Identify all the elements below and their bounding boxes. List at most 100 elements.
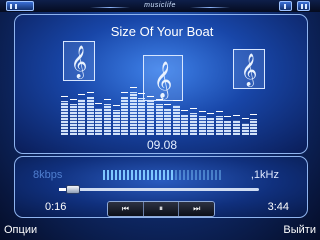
top-status-bar: musiclife [0, 0, 320, 12]
spectrum-bar [104, 104, 111, 135]
level-segment [211, 170, 213, 180]
next-track-button[interactable]: ⏭ [179, 202, 214, 216]
exit-softkey[interactable]: Выйти [283, 224, 316, 236]
spectrum-peak [121, 92, 129, 93]
spectrum-bar [190, 113, 197, 135]
spectrum-bar [224, 121, 232, 135]
level-segment [199, 170, 201, 180]
bitrate-label: 8kbps [33, 169, 63, 181]
transport-controls: ⏮ ⏸ ⏭ [107, 201, 215, 217]
position-time: 09.08 [146, 138, 178, 152]
spectrum-peak [61, 96, 68, 97]
level-segment [123, 170, 125, 180]
spectrum-peak [112, 105, 120, 106]
level-segment [219, 170, 221, 180]
song-title: Size Of Your Boat [110, 24, 214, 39]
now-playing-panel: Size Of Your Boat 𝄞 𝄞 𝄞 09.08 ◀)zZz↻▬ [14, 14, 308, 154]
music-player-screen: musiclife Size Of Your Boat 𝄞 𝄞 𝄞 09.08 … [0, 0, 320, 240]
spectrum-peak [241, 118, 249, 119]
level-segment [111, 170, 113, 180]
spectrum-peak [224, 116, 232, 117]
spectrum-bar [61, 101, 68, 135]
spectrum-peak [78, 94, 86, 95]
level-segment [167, 170, 169, 180]
spectrum-bar [233, 120, 240, 135]
spectrum-bar [147, 101, 154, 135]
level-segment [191, 170, 193, 180]
grid-icon [301, 4, 303, 9]
level-segment [215, 170, 217, 180]
spectrum-peak [164, 104, 172, 105]
level-meter [103, 170, 228, 180]
level-segment [151, 170, 153, 180]
spectrum-peak [181, 110, 189, 111]
level-segment [179, 170, 181, 180]
spectrum-bar [121, 97, 129, 135]
spectrum-peak [190, 108, 197, 109]
level-segment [139, 170, 141, 180]
spectrum-peak [233, 115, 240, 116]
spectrum-peak [198, 111, 206, 112]
spectrum-bar [129, 92, 137, 135]
spectrum-peak [129, 87, 137, 88]
previous-track-button[interactable]: ⏮ [108, 202, 144, 216]
options-softkey[interactable]: Опции [4, 224, 37, 236]
level-segment [115, 170, 117, 180]
grid-button[interactable] [297, 1, 310, 11]
level-segment [127, 170, 129, 180]
level-segment [195, 170, 197, 180]
spectrum-peak [138, 93, 146, 94]
seek-handle[interactable] [66, 185, 80, 194]
frequency-label: ,1kHz [250, 169, 279, 181]
menu-bar-icon [15, 4, 17, 9]
spectrum-bar [181, 115, 189, 135]
spectrum-bar [86, 97, 94, 135]
spectrum-peak [95, 103, 103, 104]
window-button[interactable] [279, 1, 292, 11]
level-segment [155, 170, 157, 180]
spectrum-bar [164, 109, 172, 135]
spectrum-peak [69, 99, 77, 100]
spectrum-bar [138, 98, 146, 135]
seek-bar[interactable] [59, 185, 259, 194]
spectrum-bar [78, 99, 86, 135]
menu-bar-icon [10, 4, 12, 9]
level-segment [175, 170, 177, 180]
spectrum-bar [112, 110, 120, 135]
level-segment [203, 170, 205, 180]
spectrum-bar [250, 119, 258, 135]
app-brand: musiclife [90, 2, 230, 13]
elapsed-time: 0:16 [45, 201, 67, 213]
level-segment [183, 170, 185, 180]
spectrum-bar [69, 104, 77, 135]
previous-track-icon: ⏮ [121, 204, 129, 213]
level-segment [147, 170, 149, 180]
level-segment [119, 170, 121, 180]
level-segment [207, 170, 209, 180]
level-segment [171, 170, 173, 180]
level-segment [159, 170, 161, 180]
level-segment [107, 170, 109, 180]
window-icon [284, 4, 286, 9]
total-time: 3:44 [267, 201, 289, 213]
level-segment [103, 170, 105, 180]
spectrum-bar [207, 118, 215, 135]
spectrum-peak [215, 111, 223, 112]
spectrum-bar [241, 123, 249, 135]
spectrum-bar [215, 116, 223, 135]
level-segment [163, 170, 165, 180]
spectrum-bar [172, 105, 180, 135]
grid-icon [305, 4, 307, 9]
pause-icon: ⏸ [159, 204, 163, 213]
level-segment [135, 170, 137, 180]
next-track-icon: ⏭ [193, 204, 201, 213]
pause-button[interactable]: ⏸ [143, 202, 180, 216]
menu-toggle-button[interactable] [6, 1, 34, 11]
level-segment [131, 170, 133, 180]
spectrum-bar [155, 104, 163, 135]
playback-panel: 8kbps ,1kHz 0:16 ⏮ ⏸ ⏭ 3:44 [14, 156, 308, 218]
spectrum-peak [104, 99, 111, 100]
spectrum-peak [250, 114, 258, 115]
spectrum-peak [155, 99, 163, 100]
spectrum-peak [172, 100, 180, 101]
